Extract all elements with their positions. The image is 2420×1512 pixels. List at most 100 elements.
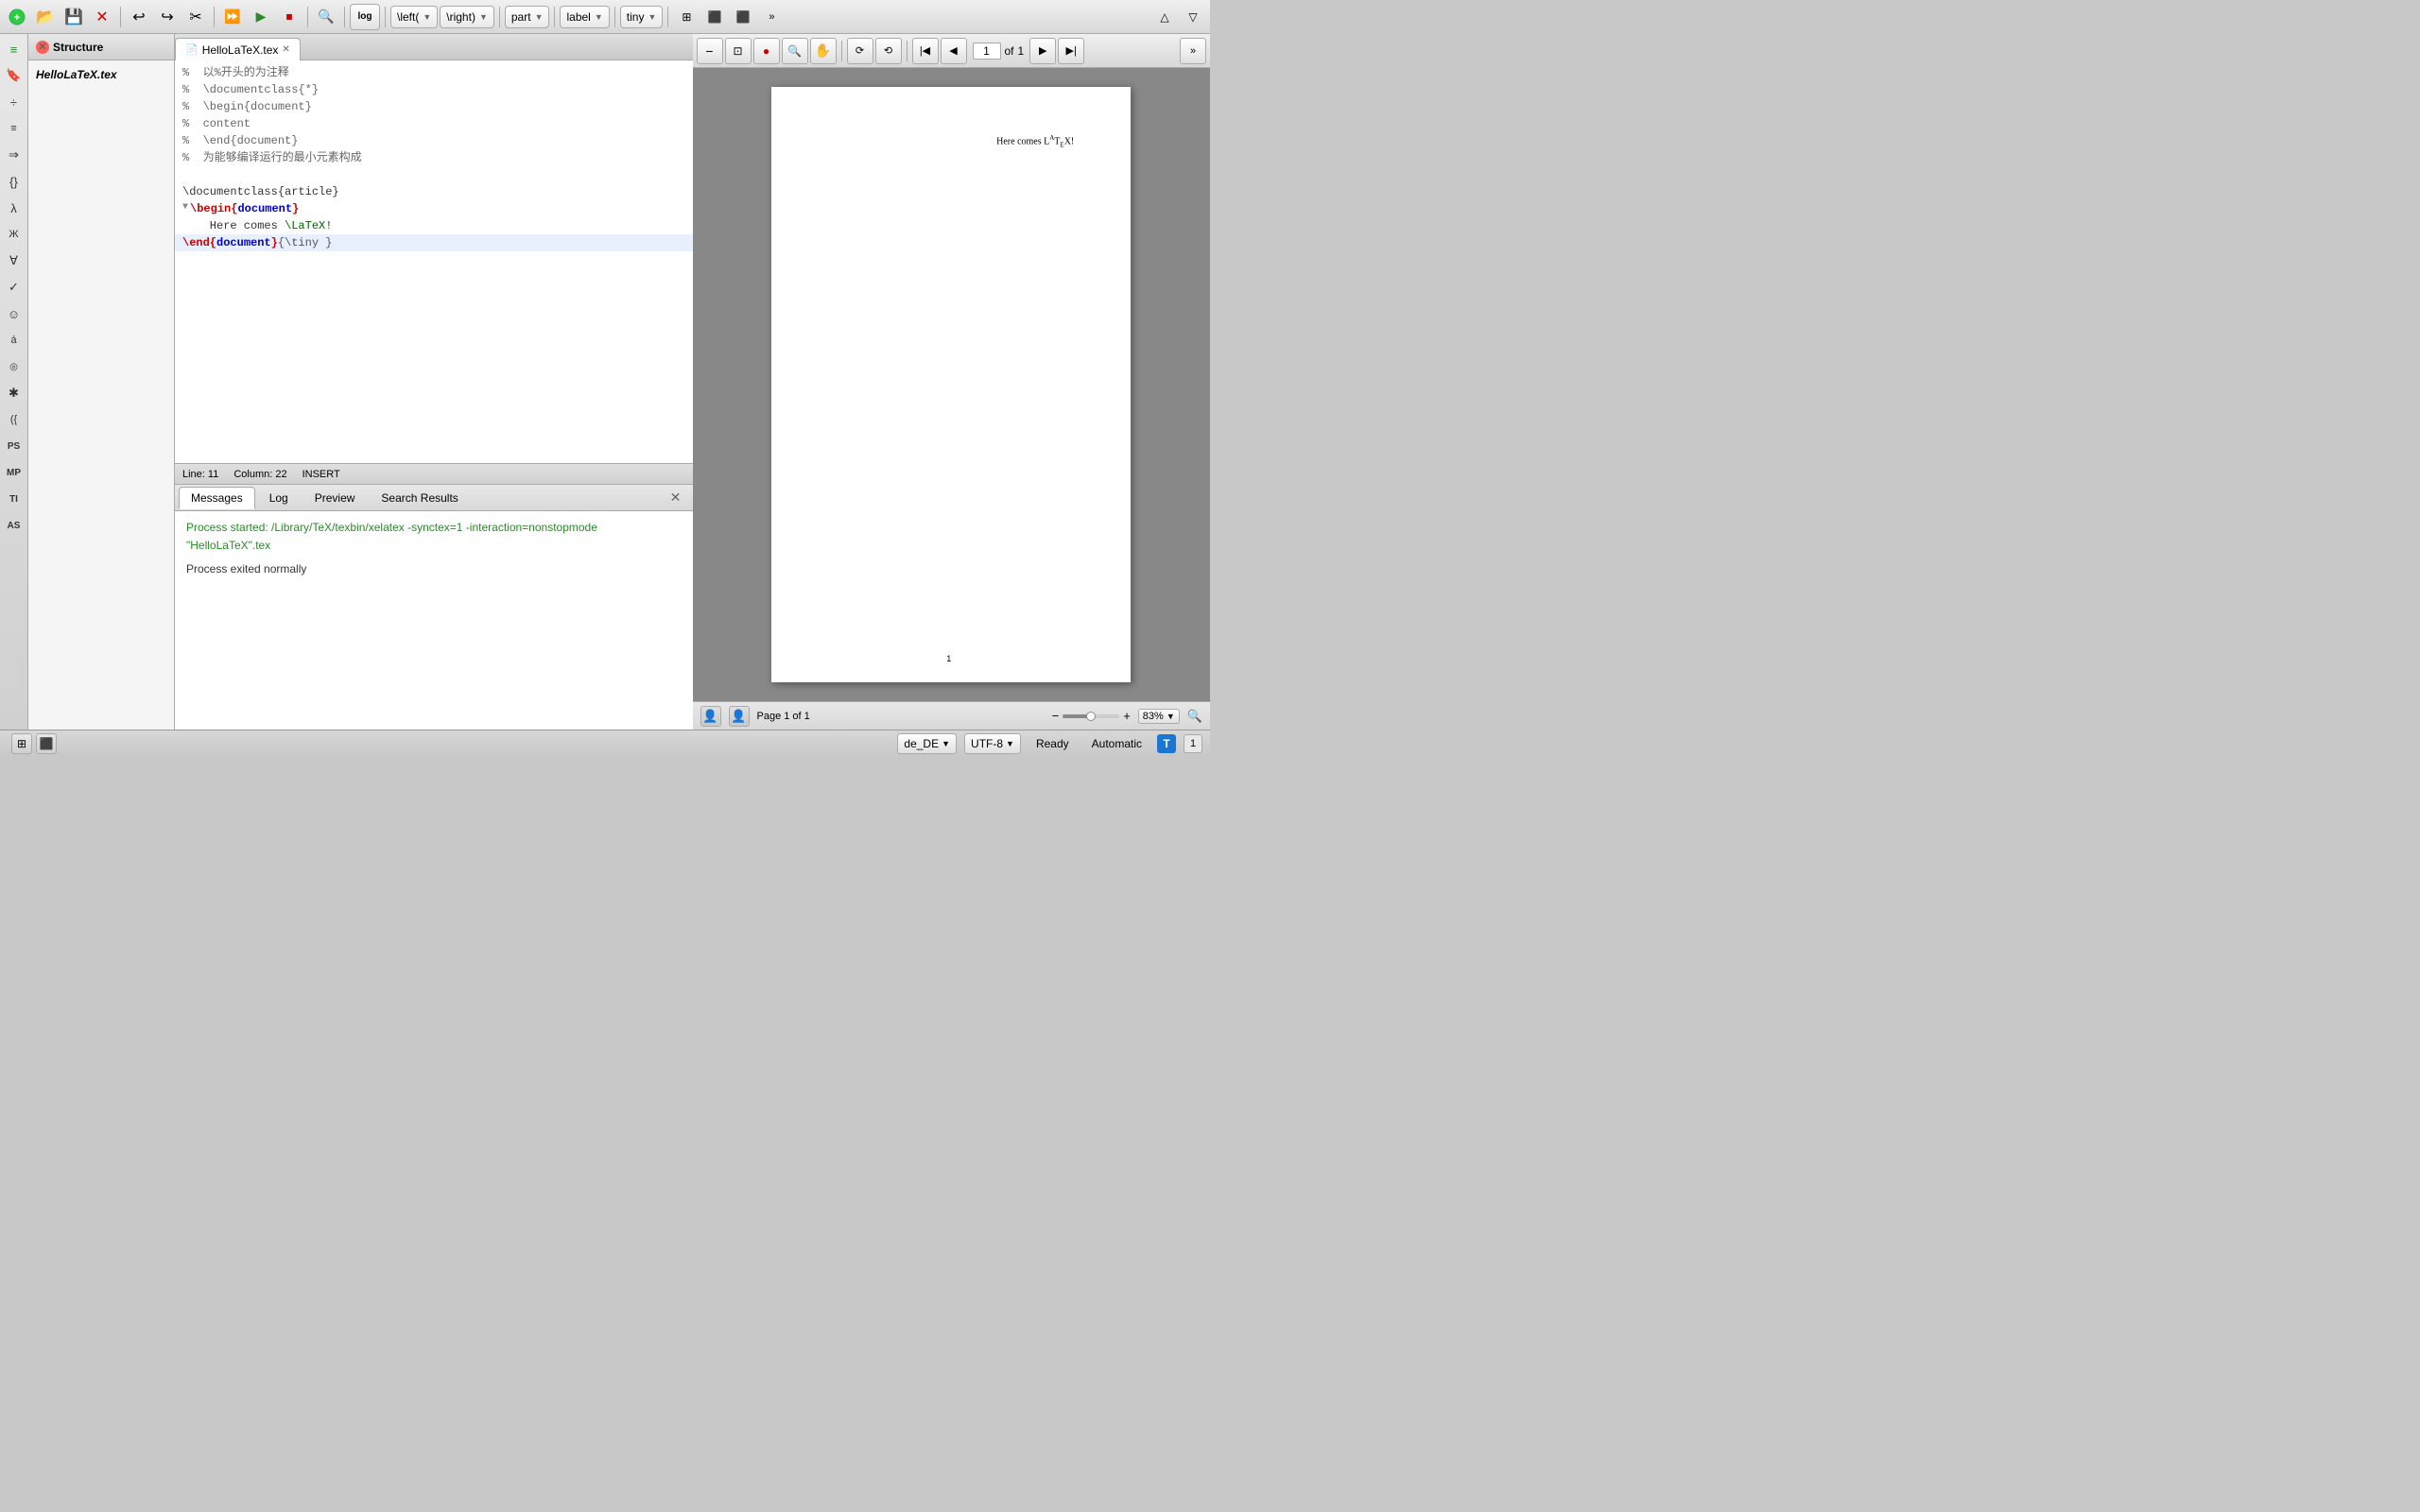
zoom-out-preview-btn[interactable]: − [697, 38, 723, 64]
special-btn[interactable]: ◎ [3, 355, 26, 378]
forall-btn[interactable]: ∀ [3, 249, 26, 272]
texstudio-icon: T [1157, 734, 1176, 753]
panel-close-btn[interactable]: ✕ [666, 489, 685, 507]
close-button[interactable]: ✕ [89, 4, 115, 30]
undo-button[interactable]: ↩ [126, 4, 152, 30]
right-paren-dropdown[interactable]: \right) ▼ [440, 6, 494, 28]
part-dropdown[interactable]: part ▼ [505, 6, 550, 28]
grid-icon-2[interactable]: ⬛ [701, 4, 728, 30]
settings-button[interactable]: △ [1151, 4, 1178, 30]
preview-sep-2 [907, 41, 908, 61]
zoom-out-btn[interactable]: − [1052, 709, 1060, 723]
main-layout: ≡ 🔖 ÷ ≡ ⇒ {} λ Ж ∀ ✓ ☺ á ◎ ✱ ({ PS MP TI… [0, 34, 1210, 730]
find-button[interactable]: 🔍 [313, 4, 339, 30]
preview-tab[interactable]: Preview [302, 487, 368, 509]
preview-page-number: 1 [946, 654, 951, 663]
more-preview-btn[interactable]: » [1180, 38, 1206, 64]
code-line-4: % content [175, 115, 693, 132]
tab-bar: 📄 HelloLaTeX.tex ✕ [175, 34, 693, 60]
as-btn[interactable]: AS [3, 514, 26, 537]
more-button[interactable]: » [758, 4, 785, 30]
ps-btn[interactable]: PS [3, 435, 26, 457]
highlight-btn[interactable]: ● [753, 38, 780, 64]
separator-7 [554, 7, 555, 27]
of-label: of [1005, 44, 1014, 58]
search-results-tab[interactable]: Search Results [369, 487, 470, 509]
structure-panel: ✕ Structure HelloLaTeX.tex [28, 34, 175, 730]
grid-icon-3[interactable]: ⬛ [730, 4, 756, 30]
save-button[interactable]: 💾 [60, 4, 87, 30]
arrow-btn[interactable]: ⇒ [3, 144, 26, 166]
grid-icon-1[interactable]: ⊞ [673, 4, 700, 30]
log-button[interactable]: log [350, 4, 380, 30]
zoom-dropdown[interactable]: 83% ▼ [1138, 709, 1180, 724]
structure-toggle-btn[interactable]: ≡ [3, 38, 26, 60]
help-button[interactable]: ▽ [1180, 4, 1206, 30]
zoom-search-btn[interactable]: 🔍 [1187, 709, 1202, 724]
fold-btn[interactable]: ▼ [182, 200, 188, 217]
first-page-btn[interactable]: |◀ [912, 38, 939, 64]
prev-page-btn[interactable]: ◀ [941, 38, 967, 64]
check-btn[interactable]: ✓ [3, 276, 26, 299]
bottom-panel: Messages Log Preview Search Results ✕ [175, 484, 693, 730]
user-btn-1[interactable]: 👤 [700, 706, 721, 727]
structure-file-item[interactable]: HelloLaTeX.tex [28, 60, 174, 89]
structure-header: ✕ Structure [28, 34, 174, 60]
lambda-btn[interactable]: λ [3, 197, 26, 219]
hand-tool-btn[interactable]: ✋ [810, 38, 837, 64]
preview-panel: − ⊡ ● 🔍 ✋ ⟳ ⟲ |◀ ◀ of 1 ▶ ▶| » [693, 34, 1211, 730]
process-text: Process started: /Library/TeX/texbin/xel… [186, 519, 682, 555]
preview-bottom-bar: 👤 👤 Page 1 of 1 − + 83% ▼ 🔍 [693, 701, 1211, 730]
open-button[interactable]: 📂 [32, 4, 59, 30]
layout-btn-1[interactable]: ⊞ [11, 733, 32, 754]
code-line-6: % 为能够编译运行的最小元素构成 [175, 149, 693, 166]
build-view-button[interactable]: ⏩ [219, 4, 246, 30]
zoom-slider[interactable] [1063, 714, 1119, 718]
redo-button[interactable]: ↪ [154, 4, 181, 30]
todo-btn[interactable]: ÷ [3, 91, 26, 113]
tab-close-btn[interactable]: ✕ [282, 44, 289, 55]
user-btn-2[interactable]: 👤 [729, 706, 750, 727]
log-tab[interactable]: Log [257, 487, 301, 509]
stop-button[interactable]: ⏹ [276, 4, 302, 30]
cursor-column: Column: 22 [233, 469, 286, 480]
left-paren-dropdown[interactable]: \left( ▼ [390, 6, 438, 28]
braces-btn[interactable]: {} [3, 170, 26, 193]
ti-btn[interactable]: TI [3, 488, 26, 510]
tiny-dropdown[interactable]: tiny ▼ [620, 6, 664, 28]
mp-btn[interactable]: MP [3, 461, 26, 484]
layout-btn-2[interactable]: ⬛ [36, 733, 57, 754]
next-page-btn[interactable]: ▶ [1029, 38, 1056, 64]
language-dropdown[interactable]: de_DE ▼ [897, 733, 957, 754]
zoom-in-preview-btn[interactable]: 🔍 [782, 38, 808, 64]
messages-tab[interactable]: Messages [179, 487, 255, 509]
cut-button[interactable]: ✂ [182, 4, 209, 30]
bracket-btn[interactable]: ({ [3, 408, 26, 431]
cyrillic-btn[interactable]: Ж [3, 223, 26, 246]
code-line-1: % 以%开头的为注释 [175, 64, 693, 81]
bookmarks-btn[interactable]: 🔖 [3, 64, 26, 87]
label-dropdown[interactable]: label ▼ [560, 6, 609, 28]
separator-9 [667, 7, 668, 27]
last-page-btn[interactable]: ▶| [1058, 38, 1084, 64]
compile-button[interactable]: ▶ [248, 4, 274, 30]
code-line-11: \end{document}{\tiny } [175, 234, 693, 251]
encoding-dropdown[interactable]: UTF-8 ▼ [964, 733, 1021, 754]
separator-5 [385, 7, 386, 27]
code-editor[interactable]: % 以%开头的为注释 % \documentclass{*} % \begin{… [175, 60, 693, 463]
symbols-btn[interactable]: ≡ [3, 117, 26, 140]
accent-btn[interactable]: á [3, 329, 26, 352]
zoom-fit-preview-btn[interactable]: ⊡ [725, 38, 752, 64]
structure-close-btn[interactable]: ✕ [36, 41, 49, 54]
emoji-btn[interactable]: ☺ [3, 302, 26, 325]
zoom-in-btn[interactable]: + [1123, 709, 1131, 723]
notification-icon[interactable]: 1 [1184, 734, 1202, 753]
preview-content[interactable]: Here comes LATEX! 1 [693, 68, 1211, 701]
star-btn[interactable]: ✱ [3, 382, 26, 404]
editor-tab-hellolateX[interactable]: 📄 HelloLaTeX.tex ✕ [175, 38, 301, 60]
preview-toolbar: − ⊡ ● 🔍 ✋ ⟳ ⟲ |◀ ◀ of 1 ▶ ▶| » [693, 34, 1211, 68]
page-number-input[interactable] [973, 43, 1001, 60]
sync-forward-btn[interactable]: ⟳ [847, 38, 873, 64]
sync-back-btn[interactable]: ⟲ [875, 38, 902, 64]
new-button[interactable]: + [4, 4, 30, 30]
